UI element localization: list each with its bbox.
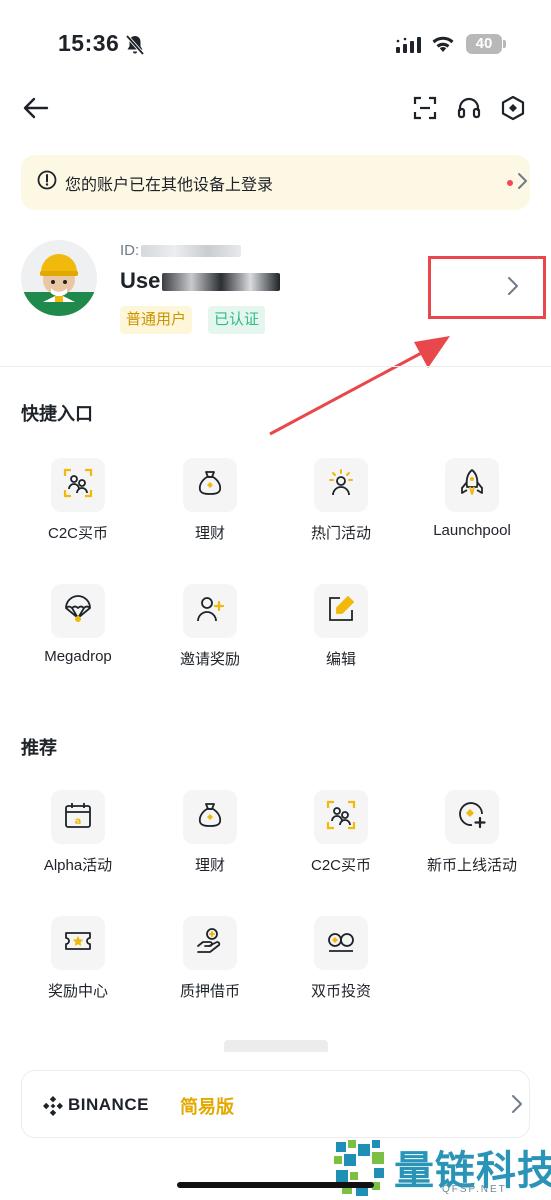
quick-item-launchpool[interactable]: Launchpool (406, 458, 538, 539)
verified-badge: 已认证 (208, 306, 266, 334)
recommended-item-label: C2C买币 (310, 857, 371, 874)
quick-item-earn[interactable]: 理财 (144, 458, 276, 543)
status-time: 15:36 (58, 30, 120, 56)
quick-item-label: 热门活动 (310, 525, 371, 542)
quick-item-label: C2C买币 (47, 525, 108, 542)
recommended-item-new-coin[interactable]: 新币上线活动 (406, 790, 538, 875)
quick-item-invite[interactable]: 邀请奖励 (144, 584, 276, 669)
rocket-icon (457, 468, 487, 503)
recommended-item-label: 理财 (194, 857, 225, 874)
login-warning-banner[interactable]: 您的账户已在其他设备上登录 (21, 155, 530, 210)
notification-dot (507, 180, 513, 186)
watermark: 量链科技 QFSP.NET (332, 1138, 551, 1200)
hot-activity-icon (326, 468, 356, 503)
quick-item-edit[interactable]: 编辑 (275, 584, 407, 669)
quick-item-megadrop[interactable]: Megadrop (12, 584, 144, 665)
recommended-item-label: Alpha活动 (43, 857, 113, 874)
annotation-arrow (269, 336, 450, 436)
money-bag-icon (195, 800, 225, 835)
recommended-item-label: 奖励中心 (47, 983, 108, 1000)
battery-nub (503, 40, 506, 48)
settings-hexagon-icon[interactable] (499, 94, 527, 122)
home-indicator[interactable] (177, 1182, 374, 1188)
quick-item-hot-activity[interactable]: 热门活动 (275, 458, 407, 543)
dual-coin-icon (326, 926, 356, 961)
alpha-calendar-icon: a (63, 800, 93, 835)
binance-brand: BINANCE (68, 1095, 149, 1114)
recommended-item-dual-investment[interactable]: 双币投资 (275, 916, 407, 1001)
edit-icon (326, 594, 356, 629)
recommended-item-c2c[interactable]: C2C买币 (275, 790, 407, 875)
annotation-highlight-box (428, 256, 546, 319)
quick-access-title: 快捷入口 (21, 404, 93, 424)
wifi-icon (431, 35, 455, 58)
recommended-item-label: 新币上线活动 (426, 857, 517, 874)
quick-item-label: 邀请奖励 (179, 651, 240, 668)
user-name-redacted (162, 273, 281, 292)
lite-mode-label: 简易版 (180, 1097, 234, 1117)
recommended-title: 推荐 (21, 738, 57, 758)
c2c-users-icon (63, 468, 93, 503)
recommended-item-label: 质押借币 (179, 983, 240, 1000)
quick-item-c2c[interactable]: C2C买币 (12, 458, 144, 543)
recommended-item-label: 双币投资 (310, 983, 371, 1000)
headset-support-icon[interactable] (455, 94, 483, 122)
account-level-badge: 普通用户 (120, 306, 193, 334)
divider (0, 366, 551, 367)
hand-coin-icon (195, 926, 225, 961)
quick-item-label: Launchpool (433, 522, 511, 539)
quick-item-label: Megadrop (44, 648, 112, 665)
money-bag-icon (195, 468, 225, 503)
user-name: Use (120, 268, 281, 294)
user-name-prefix: Use (120, 268, 161, 293)
signal-icon (396, 37, 422, 58)
recommended-item-alpha[interactable]: a Alpha活动 (12, 790, 144, 875)
info-circle-icon (37, 170, 57, 195)
binance-lite-card[interactable]: BINANCE 简易版 (21, 1070, 530, 1138)
quick-item-label: 编辑 (325, 651, 356, 668)
banner-text: 您的账户已在其他设备上登录 (65, 176, 274, 194)
user-id-redacted (141, 245, 242, 258)
new-coin-icon (457, 800, 487, 835)
ticket-star-icon (63, 926, 93, 961)
chevron-right-icon (516, 171, 528, 196)
invite-user-icon (195, 594, 225, 629)
user-id-prefix: ID: (120, 242, 140, 259)
svg-text:a: a (75, 816, 82, 827)
recommended-item-rewards-center[interactable]: 奖励中心 (12, 916, 144, 1001)
chevron-right-icon (510, 1093, 524, 1120)
recommended-item-loan[interactable]: 质押借币 (144, 916, 276, 1001)
battery-indicator: 40 (466, 34, 502, 54)
scroll-handle (224, 1040, 328, 1052)
scan-icon[interactable] (411, 94, 439, 122)
back-arrow-icon[interactable] (22, 94, 50, 122)
binance-logo-icon (42, 1095, 64, 1122)
user-id: ID: (120, 242, 242, 259)
quick-item-label: 理财 (194, 525, 225, 542)
parachute-icon (63, 594, 93, 629)
recommended-item-earn[interactable]: 理财 (144, 790, 276, 875)
avatar[interactable] (21, 240, 97, 316)
watermark-url: QFSP.NET (442, 1184, 507, 1195)
c2c-users-icon (326, 800, 356, 835)
status-bar: 15:36 40 (0, 0, 551, 92)
bell-muted-icon (125, 34, 145, 61)
